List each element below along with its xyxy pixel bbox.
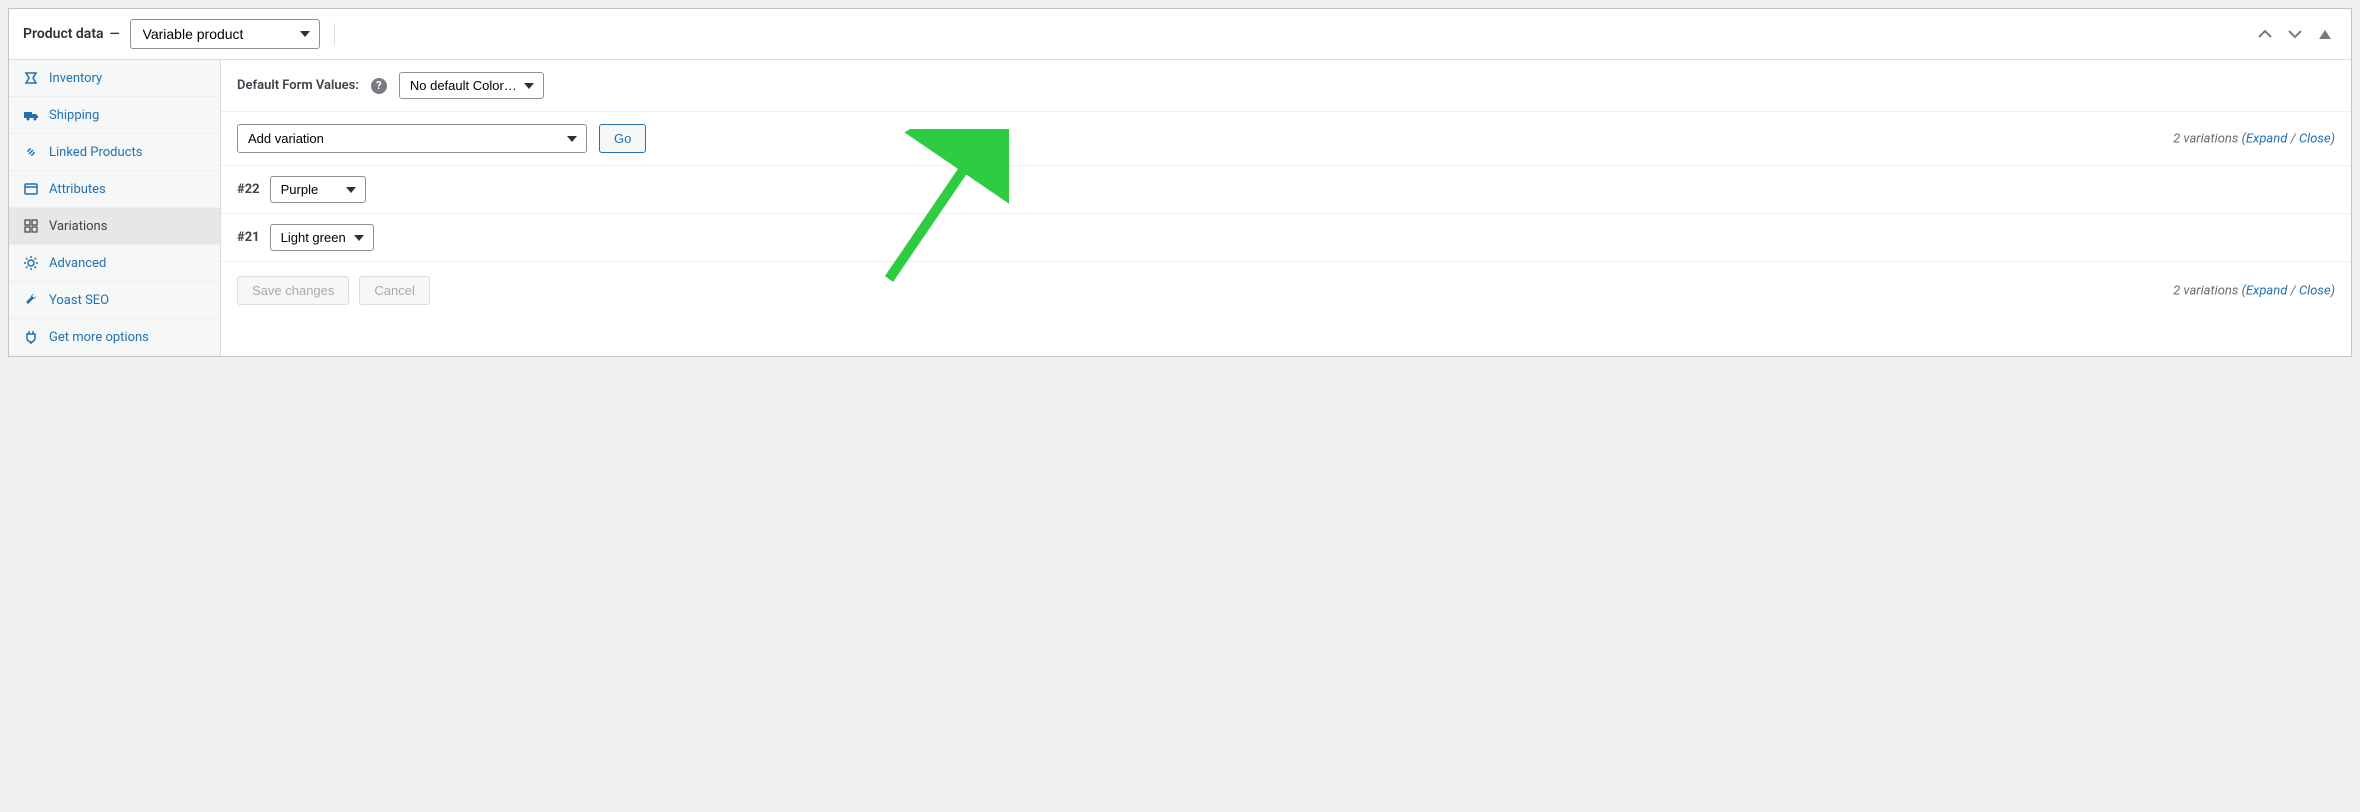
variation-row[interactable]: #22 Purple [221, 166, 2351, 214]
variation-attribute-select[interactable]: Purple [270, 176, 366, 203]
sidebar-item-shipping[interactable]: Shipping [9, 97, 220, 134]
panel-body: Inventory Shipping Linked Products Attri… [9, 60, 2351, 356]
go-button[interactable]: Go [599, 124, 646, 153]
variations-count: 2 variations [2173, 131, 2238, 146]
sidebar-item-label: Get more options [49, 330, 149, 345]
variation-id: #22 [237, 182, 260, 197]
default-form-values-row: Default Form Values: ? No default Color… [221, 60, 2351, 112]
variation-action-select[interactable]: Add variation [237, 124, 587, 153]
sidebar-item-variations[interactable]: Variations [9, 208, 220, 245]
sidebar-item-inventory[interactable]: Inventory [9, 60, 220, 97]
variation-id: #21 [237, 230, 260, 245]
shipping-icon [23, 107, 39, 123]
close-link[interactable]: Close [2299, 131, 2331, 146]
variations-count: 2 variations [2173, 283, 2238, 298]
sidebar-item-label: Attributes [49, 182, 106, 197]
save-changes-button[interactable]: Save changes [237, 276, 349, 305]
sidebar-item-label: Advanced [49, 256, 106, 271]
sidebar-item-get-more-options[interactable]: Get more options [9, 319, 220, 356]
sidebar-item-advanced[interactable]: Advanced [9, 245, 220, 282]
variation-attribute-select[interactable]: Light green [270, 224, 374, 251]
sidebar-item-label: Yoast SEO [49, 293, 109, 308]
sidebar-item-label: Variations [49, 219, 107, 234]
sidebar-item-yoast-seo[interactable]: Yoast SEO [9, 282, 220, 319]
product-type-select[interactable]: Variable product [130, 19, 320, 49]
toggle-panel-icon[interactable] [2315, 24, 2335, 44]
link-icon [23, 144, 39, 160]
header-divider [334, 23, 335, 45]
move-down-icon[interactable] [2285, 24, 2305, 44]
sidebar-item-label: Shipping [49, 108, 99, 123]
default-color-select[interactable]: No default Color… [399, 72, 544, 99]
gear-icon [23, 255, 39, 271]
move-up-icon[interactable] [2255, 24, 2275, 44]
close-link[interactable]: Close [2299, 283, 2331, 298]
expand-link[interactable]: Expand [2246, 131, 2287, 146]
footer-row: Save changes Cancel 2 variations (Expand… [221, 262, 2351, 319]
title-dash: — [110, 27, 120, 42]
expand-link[interactable]: Expand [2246, 283, 2287, 298]
variations-summary-top: 2 variations (Expand / Close) [2173, 131, 2335, 146]
panel-title: Product data [23, 26, 104, 42]
cancel-button[interactable]: Cancel [359, 276, 429, 305]
sidebar-item-attributes[interactable]: Attributes [9, 171, 220, 208]
attributes-icon [23, 181, 39, 197]
sidebar-item-linked-products[interactable]: Linked Products [9, 134, 220, 171]
sidebar-item-label: Inventory [49, 71, 102, 86]
sidebar-item-label: Linked Products [49, 145, 142, 160]
default-values-label: Default Form Values: [237, 78, 359, 93]
inventory-icon [23, 70, 39, 86]
plug-icon [23, 329, 39, 345]
product-data-panel: Product data — Variable product [8, 8, 2352, 357]
panel-header: Product data — Variable product [9, 9, 2351, 60]
variation-row[interactable]: #21 Light green [221, 214, 2351, 262]
variations-icon [23, 218, 39, 234]
sidebar: Inventory Shipping Linked Products Attri… [9, 60, 221, 356]
main-content: Default Form Values: ? No default Color…… [221, 60, 2351, 356]
variations-summary-bottom: 2 variations (Expand / Close) [2173, 283, 2335, 298]
wrench-icon [23, 292, 39, 308]
help-icon[interactable]: ? [371, 78, 387, 94]
variation-action-row: Add variation Go 2 variations (Expand / … [221, 112, 2351, 166]
header-controls [2255, 24, 2335, 44]
